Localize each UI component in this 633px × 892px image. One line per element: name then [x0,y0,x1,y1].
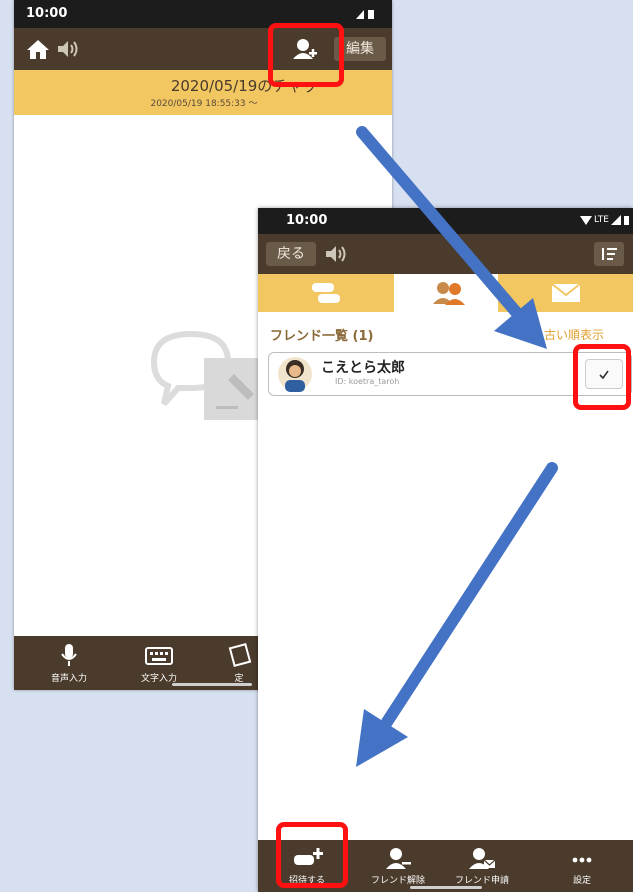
arrow-checkbox-to-invite [356,462,558,767]
guide-arrows [356,126,558,767]
arrow-add-user-to-checkbox [356,126,547,349]
